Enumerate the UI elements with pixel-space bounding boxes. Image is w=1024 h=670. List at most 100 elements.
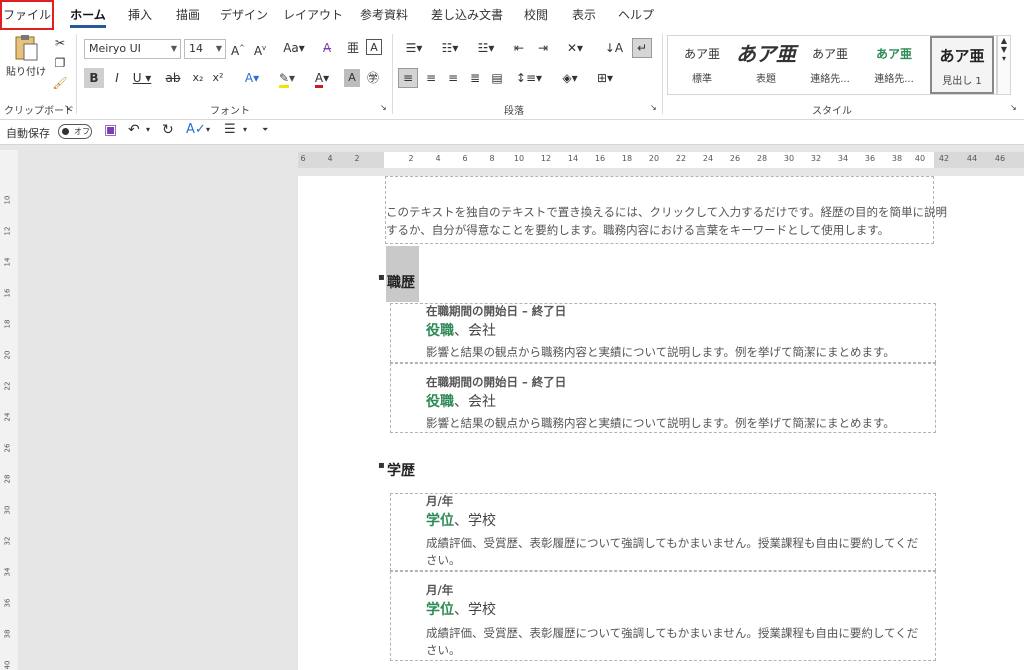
school-date[interactable]: 月/年 <box>426 493 453 509</box>
school-description-2[interactable]: さい。 <box>426 552 461 568</box>
clear-format-icon[interactable]: A̶ <box>318 39 336 57</box>
vruler-tick: 22 <box>3 381 12 391</box>
bullets-qat-icon[interactable]: ☰ <box>224 122 236 137</box>
tab-help[interactable]: ヘルプ <box>614 0 658 30</box>
ruler-tick: 18 <box>621 154 633 163</box>
job-description[interactable]: 影響と結果の観点から職務内容と実績について説明します。例を挙げて簡潔にまとめます… <box>426 415 895 431</box>
vruler-tick: 16 <box>3 288 12 298</box>
vruler-tick: 10 <box>3 195 12 205</box>
style-gallery-scroll[interactable]: ▲ ▼ ▾ <box>997 35 1011 95</box>
bullets-icon[interactable]: ☰▾ <box>398 39 430 57</box>
bold-icon[interactable]: B <box>84 68 104 88</box>
decrease-indent-icon[interactable]: ⇤ <box>510 39 528 57</box>
intro-line-2[interactable]: するか、自分が得意なことを要約します。職務内容における言葉をキーワードとして使用… <box>386 222 889 238</box>
font-dialog-launcher-icon[interactable]: ↘ <box>380 102 387 114</box>
font-name-combo[interactable]: Meiryo UI ▼ <box>84 39 181 59</box>
spelling-icon[interactable]: A✓ <box>186 122 206 137</box>
format-painter-icon[interactable]: 🖌 <box>52 74 68 92</box>
grow-font-icon[interactable]: A^ <box>230 39 246 58</box>
style-heading-1[interactable]: あア亜 見出し 1 <box>930 36 994 94</box>
show-marks-icon[interactable]: ↵ <box>632 38 652 58</box>
multilevel-list-icon[interactable]: ☳▾ <box>470 39 502 57</box>
school-description-2[interactable]: さい。 <box>426 642 461 658</box>
styles-dialog-launcher-icon[interactable]: ↘ <box>1010 102 1017 114</box>
align-center-icon[interactable]: ≡ <box>422 69 440 87</box>
education-heading[interactable]: 学歴 <box>387 460 415 480</box>
bullets-qat-dropdown-icon[interactable]: ▾ <box>243 125 247 134</box>
style-name: 連絡先... <box>810 74 850 85</box>
ruler-tick: 28 <box>756 154 768 163</box>
highlight-icon[interactable]: ✎▾ <box>272 69 302 88</box>
job-dates[interactable]: 在職期間の開始日 – 終了日 <box>426 303 566 319</box>
subscript-icon[interactable]: x₂ <box>190 69 206 87</box>
font-size-combo[interactable]: 14 ▼ <box>184 39 226 59</box>
tab-review[interactable]: 校閲 <box>518 0 554 30</box>
style-name: 見出し 1 <box>942 76 982 87</box>
job-description[interactable]: 影響と結果の観点から職務内容と実績について説明します。例を挙げて簡潔にまとめます… <box>426 344 895 360</box>
tab-file[interactable]: ファイル <box>0 0 54 30</box>
style-preview: あア亜 <box>875 47 912 61</box>
school-description-1[interactable]: 成績評価、受賞歴、表彰履歴について強調してもかまいません。授業課程も自由に要約し… <box>426 535 918 551</box>
tab-view[interactable]: 表示 <box>566 0 602 30</box>
shading-icon[interactable]: ◈▾ <box>556 69 584 87</box>
cut-icon[interactable]: ✂ <box>52 34 68 52</box>
tab-layout[interactable]: レイアウト <box>282 0 344 30</box>
redo-icon[interactable]: ↻ <box>162 122 174 138</box>
copy-icon[interactable]: ❐ <box>52 54 68 72</box>
tab-references[interactable]: 参考資料 <box>356 0 412 30</box>
superscript-icon[interactable]: x² <box>210 69 226 87</box>
job-company: 、会社 <box>454 323 496 339</box>
phonetic-guide-icon[interactable]: 亜 <box>344 39 362 57</box>
paragraph-dialog-launcher-icon[interactable]: ↘ <box>650 102 657 114</box>
italic-icon[interactable]: I <box>110 69 124 87</box>
tab-home[interactable]: ホーム <box>66 0 110 30</box>
underline-icon[interactable]: U ▾ <box>130 69 154 87</box>
numbering-icon[interactable]: ☷▾ <box>434 39 466 57</box>
change-case-icon[interactable]: Aa▾ <box>280 39 308 57</box>
font-color-icon[interactable]: A▾ <box>308 69 336 88</box>
school-degree[interactable]: 学位、学校 <box>426 599 496 619</box>
style-title[interactable]: あア亜 表題 <box>734 36 798 94</box>
tab-design[interactable]: デザイン <box>218 0 270 30</box>
paste-button[interactable]: 貼り付け <box>6 34 46 86</box>
align-left-icon[interactable]: ≡ <box>398 68 418 88</box>
intro-line-1[interactable]: このテキストを独自のテキストで置き換えるには、クリックして入力するだけです。経歴… <box>386 204 947 220</box>
shrink-font-icon[interactable]: Av <box>252 39 268 58</box>
text-direction-icon[interactable]: ✕▾ <box>560 39 590 57</box>
job-dates[interactable]: 在職期間の開始日 – 終了日 <box>426 374 566 390</box>
text-effects-icon[interactable]: A▾ <box>238 69 266 87</box>
job-title[interactable]: 役職、会社 <box>426 391 496 411</box>
vertical-ruler: 10 12 14 16 18 20 22 24 26 28 30 32 34 36 38 40 <box>0 150 18 670</box>
experience-heading[interactable]: 職歴 <box>387 272 415 292</box>
customize-qat-icon[interactable]: ⏷ <box>262 125 268 135</box>
align-right-icon[interactable]: ≡ <box>444 69 462 87</box>
style-contact-2[interactable]: あア亜 連絡先... <box>862 36 926 94</box>
borders-icon[interactable]: ⊞▾ <box>590 69 620 87</box>
school-entry[interactable] <box>390 493 936 571</box>
school-description-1[interactable]: 成績評価、受賞歴、表彰履歴について強調してもかまいません。授業課程も自由に要約し… <box>426 625 918 641</box>
school-degree[interactable]: 学位、学校 <box>426 510 496 530</box>
distributed-icon[interactable]: ▤ <box>488 69 506 87</box>
enclose-char-icon[interactable]: ㊫ <box>364 69 382 87</box>
tab-draw[interactable]: 描画 <box>170 0 206 30</box>
job-title[interactable]: 役職、会社 <box>426 320 496 340</box>
undo-dropdown-icon[interactable]: ▾ <box>146 125 150 134</box>
style-contact-1[interactable]: あア亜 連絡先... <box>798 36 862 94</box>
save-icon[interactable]: ▣ <box>104 122 117 138</box>
increase-indent-icon[interactable]: ⇥ <box>534 39 552 57</box>
tab-insert[interactable]: 挿入 <box>122 0 158 30</box>
style-normal[interactable]: あア亜 標準 <box>670 36 734 94</box>
strikethrough-icon[interactable]: ab <box>164 69 182 87</box>
autosave-toggle[interactable]: オフ <box>58 124 92 139</box>
char-shading-icon[interactable]: A <box>344 69 360 87</box>
line-spacing-icon[interactable]: ↕≡▾ <box>514 69 544 87</box>
char-border-icon[interactable]: A <box>366 39 382 55</box>
justify-icon[interactable]: ≣ <box>466 69 484 87</box>
vruler-tick: 32 <box>3 536 12 546</box>
undo-icon[interactable]: ↶ <box>128 122 140 138</box>
spelling-dropdown-icon[interactable]: ▾ <box>206 125 210 134</box>
sort-icon[interactable]: ↓A <box>604 39 624 57</box>
tab-mailings[interactable]: 差し込み文書 <box>424 0 510 30</box>
dialog-launcher-icon[interactable]: ↘ <box>64 102 71 114</box>
school-date[interactable]: 月/年 <box>426 582 453 598</box>
